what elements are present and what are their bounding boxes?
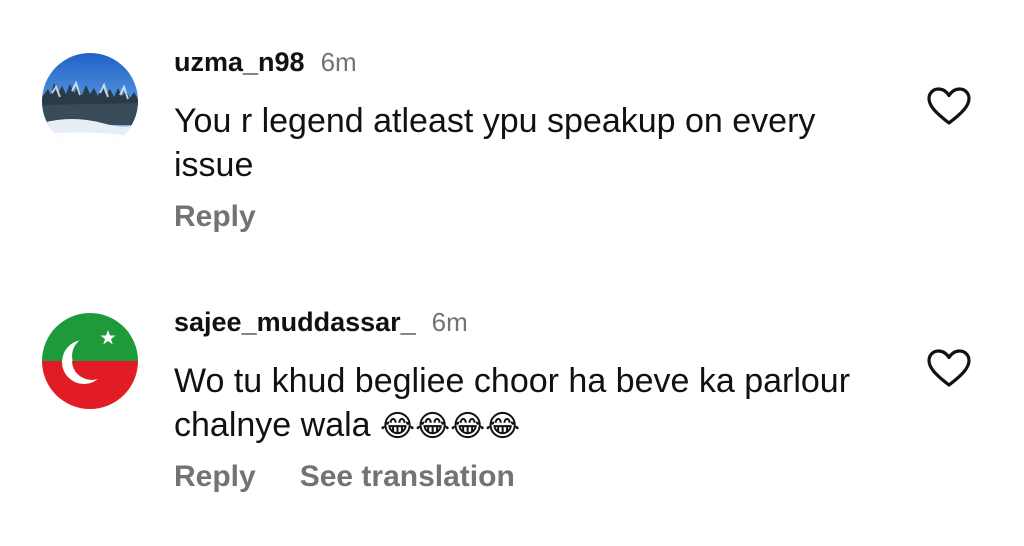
comment-actions: Reply See translation xyxy=(174,460,515,494)
comment-text: You r legend atleast ypu speakup on ever… xyxy=(174,99,874,187)
comment-item: uzma_n98 6m You r legend atleast ypu spe… xyxy=(0,0,1024,270)
comment-text: Wo tu khud begliee choor ha beve ka parl… xyxy=(174,359,874,449)
comment-meta: uzma_n98 6m xyxy=(174,47,357,83)
timestamp: 6m xyxy=(431,307,468,337)
see-translation-button[interactable]: See translation xyxy=(300,460,515,494)
heart-outline-icon xyxy=(927,349,971,387)
comment-meta: sajee_muddassar_ 6m xyxy=(174,307,468,343)
comment-item: sajee_muddassar_ 6m Wo tu khud begliee c… xyxy=(0,270,1024,546)
laughing-tears-emoji: 😂😂😂😂 xyxy=(380,410,521,443)
like-button[interactable] xyxy=(926,86,972,126)
reply-button[interactable]: Reply xyxy=(174,460,256,494)
snowy-forest-avatar-icon xyxy=(42,53,138,149)
comment-text-content: You r legend atleast ypu speakup on ever… xyxy=(174,102,816,184)
avatar[interactable] xyxy=(42,313,138,409)
crescent-star-flag-icon xyxy=(42,313,138,409)
username[interactable]: uzma_n98 xyxy=(174,47,305,78)
comment-actions: Reply xyxy=(174,200,256,234)
timestamp: 6m xyxy=(320,47,357,77)
like-button[interactable] xyxy=(926,348,972,388)
heart-outline-icon xyxy=(927,87,971,125)
avatar[interactable] xyxy=(42,53,138,149)
username[interactable]: sajee_muddassar_ xyxy=(174,307,416,338)
reply-button[interactable]: Reply xyxy=(174,200,256,234)
